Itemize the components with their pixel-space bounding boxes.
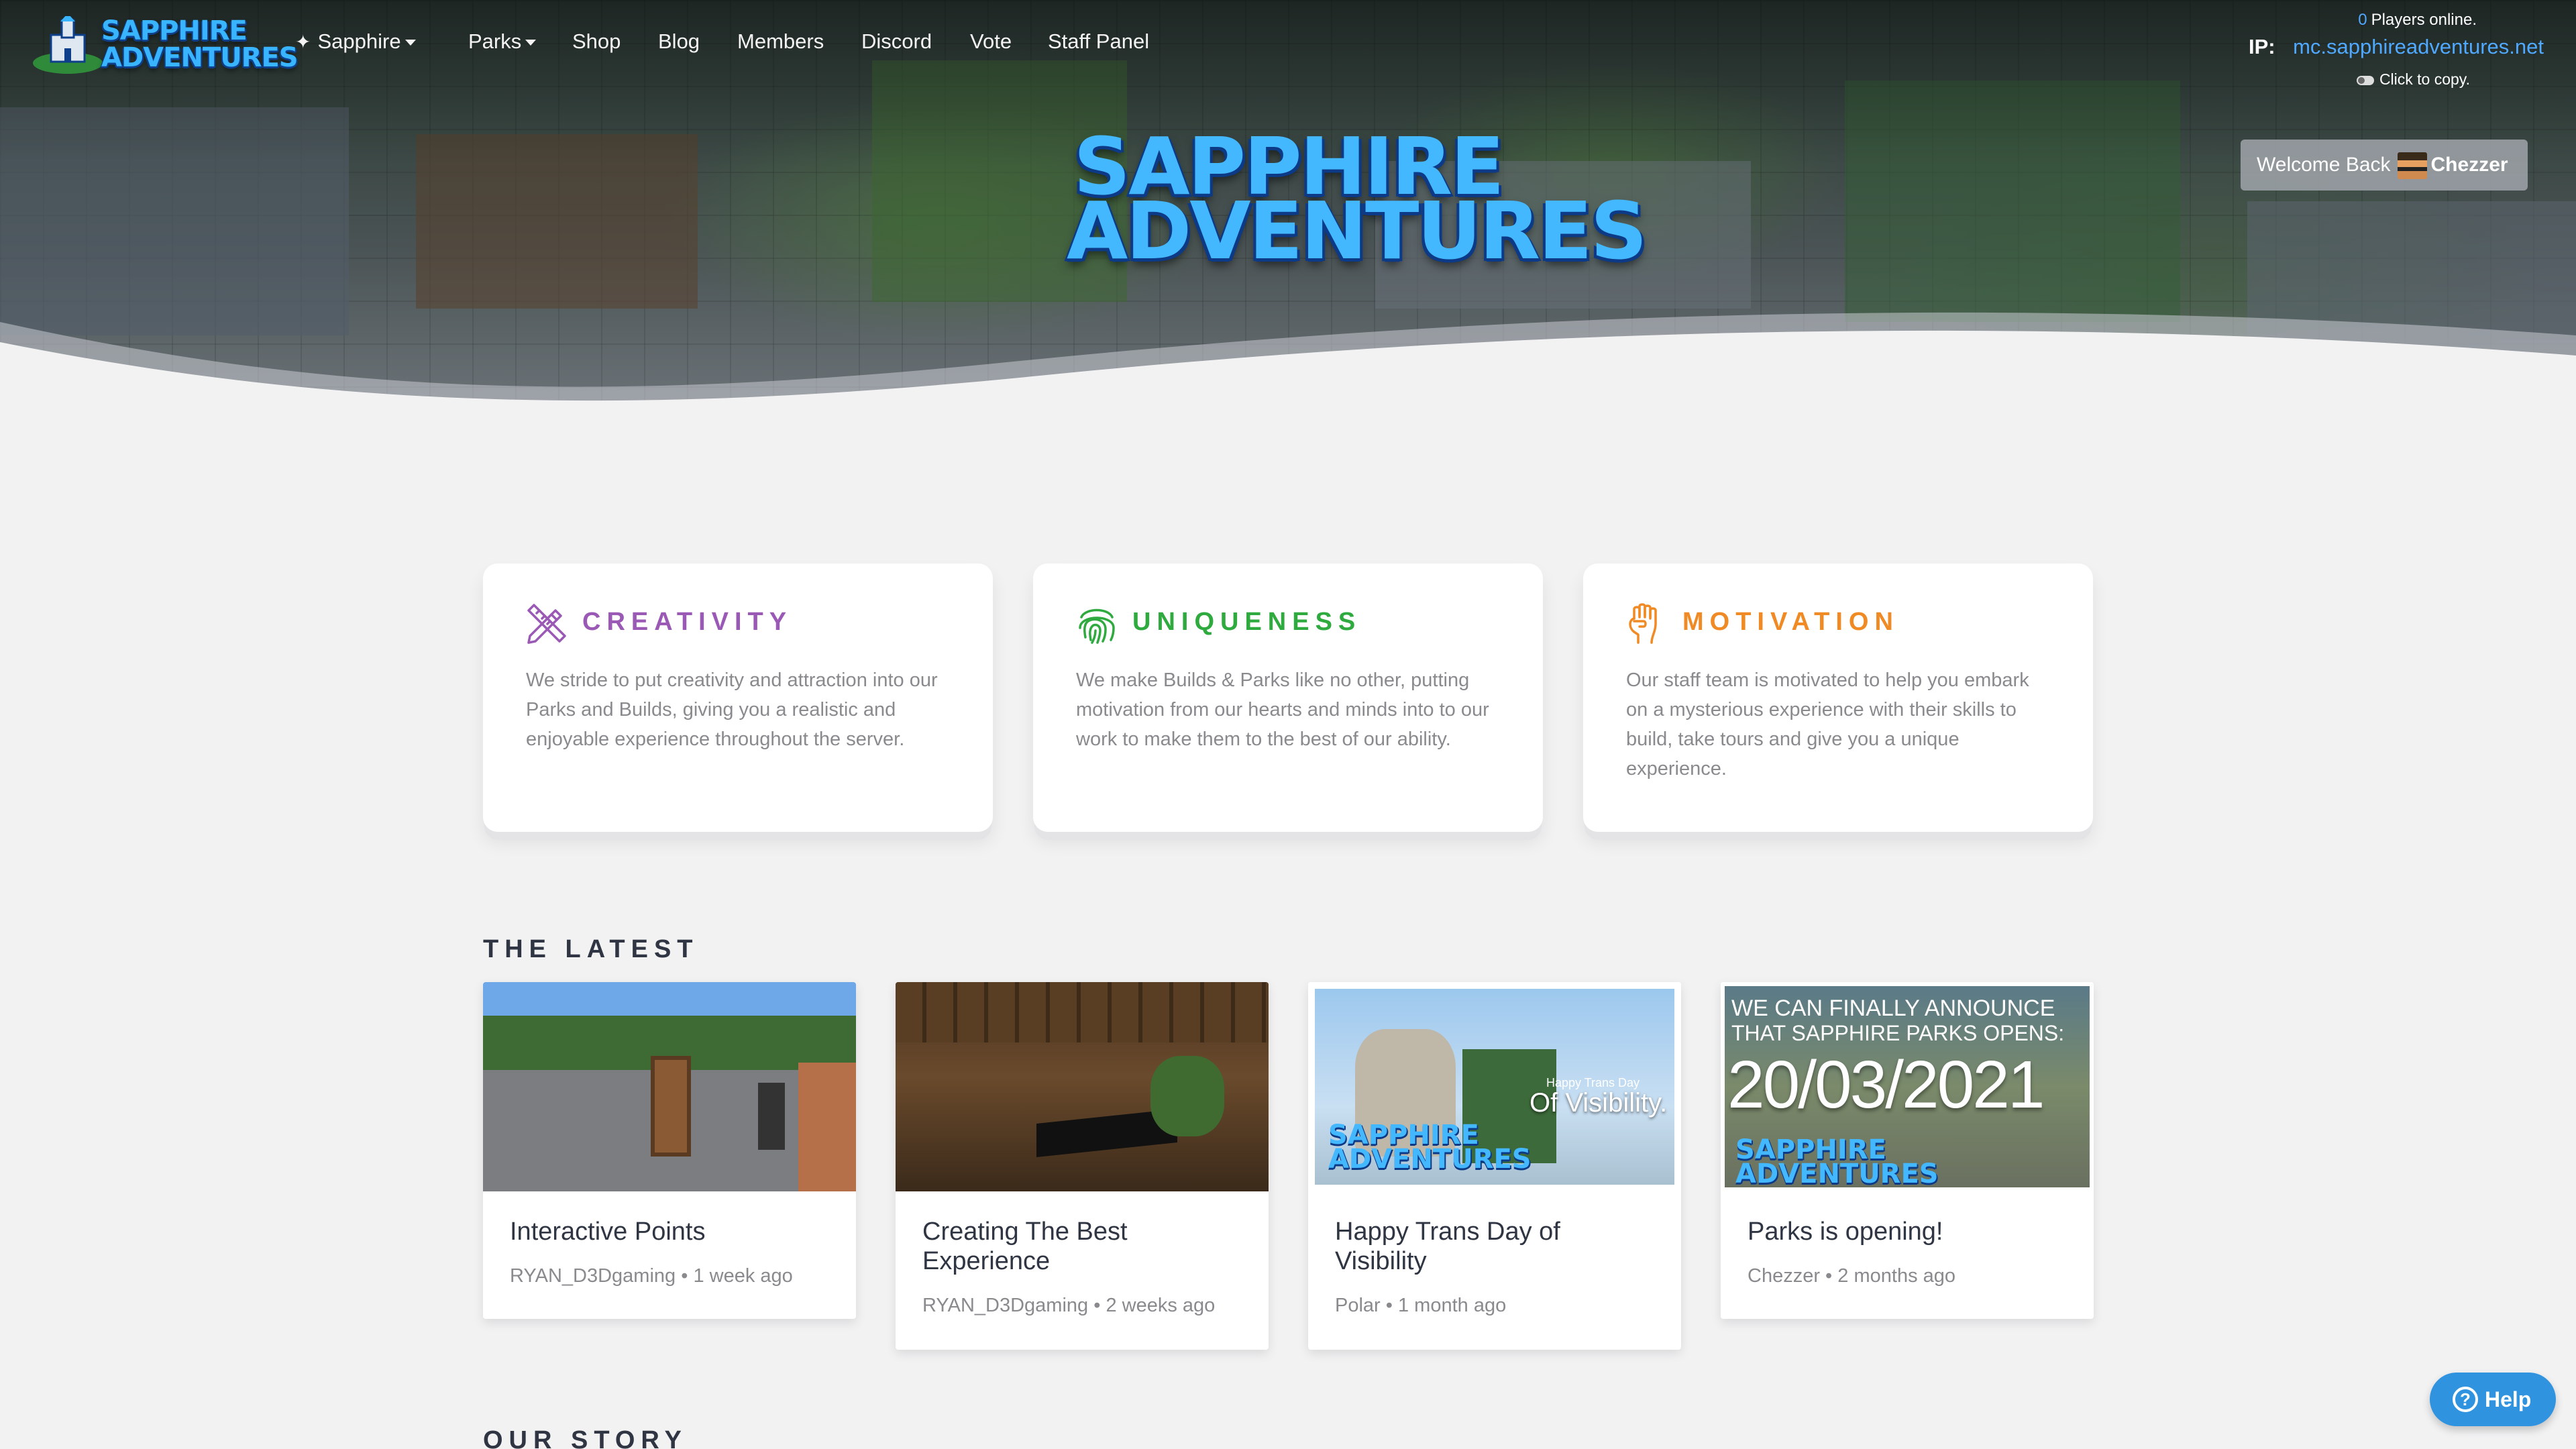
post-author[interactable]: RYAN_D3Dgaming: [510, 1265, 676, 1287]
thumb-wood-beams: [896, 982, 1269, 1042]
post-title[interactable]: Parks is opening!: [1748, 1217, 2070, 1246]
post-thumbnail: Happy Trans Day Of Visibility. SAPPHIRE A…: [1308, 982, 1681, 1191]
logo-castle-icon: [33, 16, 103, 74]
thumb-plant: [1150, 1056, 1224, 1136]
thumb-caption: Of Visibility.: [1529, 1088, 1668, 1118]
post-time: 2 weeks ago: [1106, 1295, 1216, 1316]
top-navbar: SAPPHIRE ADVENTURES ✦ Sapphire Parks Shop…: [0, 0, 2576, 89]
nav-shop[interactable]: Shop: [572, 27, 621, 56]
post-author[interactable]: Polar: [1335, 1295, 1381, 1316]
nav-staff-panel[interactable]: Staff Panel: [1048, 27, 1149, 56]
help-button[interactable]: ? Help: [2430, 1373, 2556, 1426]
value-title: CREATIVITY: [582, 608, 793, 636]
post-time: 1 month ago: [1397, 1295, 1507, 1316]
thumb-logo: SAPPHIRE ADVENTURES: [1735, 1134, 1939, 1189]
value-card-creativity: CREATIVITY We stride to put creativity a…: [483, 564, 993, 832]
ip-label: IP:: [2249, 35, 2275, 58]
hero-wave-divider: [0, 312, 2576, 416]
nav-discord[interactable]: Discord: [861, 27, 932, 56]
section-heading-story: OUR STORY: [483, 1426, 688, 1449]
value-description: Our staff team is motivated to help you …: [1626, 669, 2029, 780]
welcome-prefix: Welcome Back: [2257, 154, 2391, 176]
post-title[interactable]: Happy Trans Day of Visibility: [1335, 1217, 1657, 1276]
post-meta: RYAN_D3Dgaming • 2 weeks ago: [922, 1295, 1216, 1316]
post-meta: Polar • 1 month ago: [1335, 1295, 1507, 1316]
thumb-brick-wall: [798, 1063, 856, 1191]
post-thumbnail: [483, 982, 856, 1191]
post-time: 1 week ago: [693, 1265, 793, 1287]
copy-hint[interactable]: Click to copy.: [2356, 70, 2470, 89]
thumb-announce-line1: WE CAN FINALLY ANNOUNCE: [1731, 996, 2055, 1021]
post-card[interactable]: WE CAN FINALLY ANNOUNCE THAT SAPPHIRE PA…: [1721, 982, 2094, 1319]
post-title[interactable]: Interactive Points: [510, 1217, 832, 1246]
value-card-motivation: MOTIVATION Our staff team is motivated t…: [1583, 564, 2093, 832]
section-heading-latest: THE LATEST: [483, 935, 699, 963]
nav-sapphire-dropdown[interactable]: ✦ Sapphire: [295, 27, 416, 56]
post-thumbnail: [896, 982, 1269, 1191]
thumb-lamp-post: [758, 1083, 785, 1150]
post-thumbnail: WE CAN FINALLY ANNOUNCE THAT SAPPHIRE PA…: [1721, 982, 2094, 1191]
post-meta: RYAN_D3Dgaming • 1 week ago: [510, 1265, 793, 1287]
value-title: UNIQUENESS: [1132, 608, 1362, 636]
hero-title-logo: SAPPHIRE ADVENTURES: [1067, 120, 1648, 277]
post-author[interactable]: RYAN_D3Dgaming: [922, 1295, 1088, 1316]
value-card-uniqueness: UNIQUENESS We make Builds & Parks like n…: [1033, 564, 1543, 832]
players-online: 0 Players online.: [2358, 11, 2477, 30]
nav-members[interactable]: Members: [737, 27, 824, 56]
value-description: We make Builds & Parks like no other, pu…: [1076, 669, 1489, 750]
thumb-announce-line2: THAT SAPPHIRE PARKS OPENS:: [1731, 1021, 2065, 1045]
value-title: MOTIVATION: [1682, 608, 1899, 636]
welcome-user-box[interactable]: Welcome Back Chezzer: [2241, 140, 2528, 191]
fingerprint-icon: [1079, 608, 1115, 644]
avatar: [2397, 152, 2427, 180]
welcome-username: Chezzer: [2430, 154, 2508, 176]
post-author[interactable]: Chezzer: [1748, 1265, 1820, 1287]
thumb-logo: SAPPHIRE ADVENTURES: [1328, 1120, 1532, 1175]
raised-fist-icon: [1629, 603, 1657, 644]
thumb-announce-date: 20/03/2021: [1727, 1047, 2045, 1122]
post-meta: Chezzer • 2 months ago: [1748, 1265, 1956, 1287]
players-label: Players online.: [2371, 11, 2477, 29]
server-info: 0 Players online. IP: mc.sapphireadventur…: [2222, 7, 2544, 89]
site-logo[interactable]: SAPPHIRE ADVENTURES: [31, 12, 299, 79]
pencil-ruler-icon: [527, 604, 566, 644]
post-title[interactable]: Creating The Best Experience: [922, 1217, 1244, 1276]
logo-text: SAPPHIRE ADVENTURES: [101, 15, 299, 73]
chevron-down-icon: [405, 40, 416, 46]
value-description: We stride to put creativity and attracti…: [526, 669, 938, 750]
players-count: 0: [2358, 11, 2367, 29]
thumb-player-figure: [651, 1056, 691, 1157]
server-ip-copy[interactable]: mc.sapphireadventures.net: [2293, 35, 2544, 59]
nav-parks-dropdown[interactable]: Parks: [468, 27, 537, 56]
question-circle-icon: ?: [2453, 1386, 2478, 1412]
nav-blog[interactable]: Blog: [658, 27, 700, 56]
post-time: 2 months ago: [1837, 1265, 1956, 1287]
chevron-down-icon: [525, 40, 537, 46]
post-card[interactable]: Happy Trans Day Of Visibility. SAPPHIRE A…: [1308, 982, 1681, 1350]
post-card[interactable]: Creating The Best Experience RYAN_D3Dgam…: [896, 982, 1269, 1350]
post-card[interactable]: Interactive Points RYAN_D3Dgaming • 1 we…: [483, 982, 856, 1319]
sparkle-icon: ✦: [295, 32, 311, 52]
nav-vote[interactable]: Vote: [970, 27, 1012, 56]
toggle-icon: [2356, 75, 2374, 85]
